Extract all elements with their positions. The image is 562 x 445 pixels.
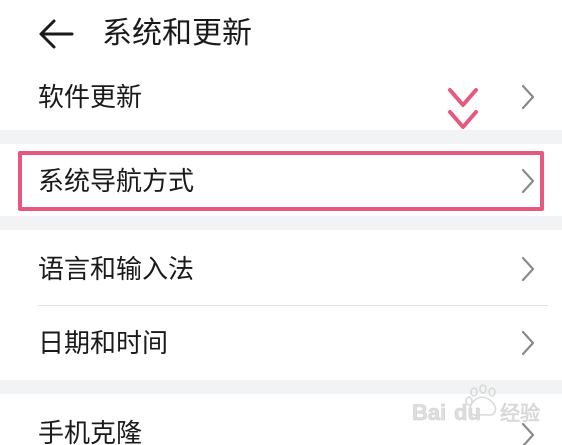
chevron-right-icon	[521, 168, 535, 194]
item-label: 手机克隆	[38, 419, 143, 445]
list-item-language-input[interactable]: 语言和输入法	[0, 232, 562, 304]
svg-text:经验: 经验	[500, 401, 540, 425]
baidu-watermark-logo: Bai du 经验	[412, 384, 540, 425]
list-item-system-navigation[interactable]: 系统导航方式	[0, 150, 562, 214]
chevron-right-icon	[521, 84, 535, 110]
header-bar: 系统和更新	[0, 0, 562, 72]
arrow-left-icon[interactable]	[38, 18, 74, 50]
svg-text:du: du	[454, 400, 481, 425]
item-label: 系统导航方式	[38, 167, 195, 197]
chevron-right-icon	[521, 330, 535, 356]
chevron-right-icon	[521, 256, 535, 282]
page-title: 系统和更新	[102, 16, 252, 51]
section-gap	[0, 216, 562, 230]
item-label: 软件更新	[38, 83, 143, 113]
item-label: 日期和时间	[38, 329, 169, 359]
svg-text:Bai: Bai	[412, 400, 446, 425]
item-label: 语言和输入法	[38, 255, 195, 285]
list-item-date-time[interactable]: 日期和时间	[0, 306, 562, 378]
double-chevron-down-icon	[448, 88, 478, 129]
